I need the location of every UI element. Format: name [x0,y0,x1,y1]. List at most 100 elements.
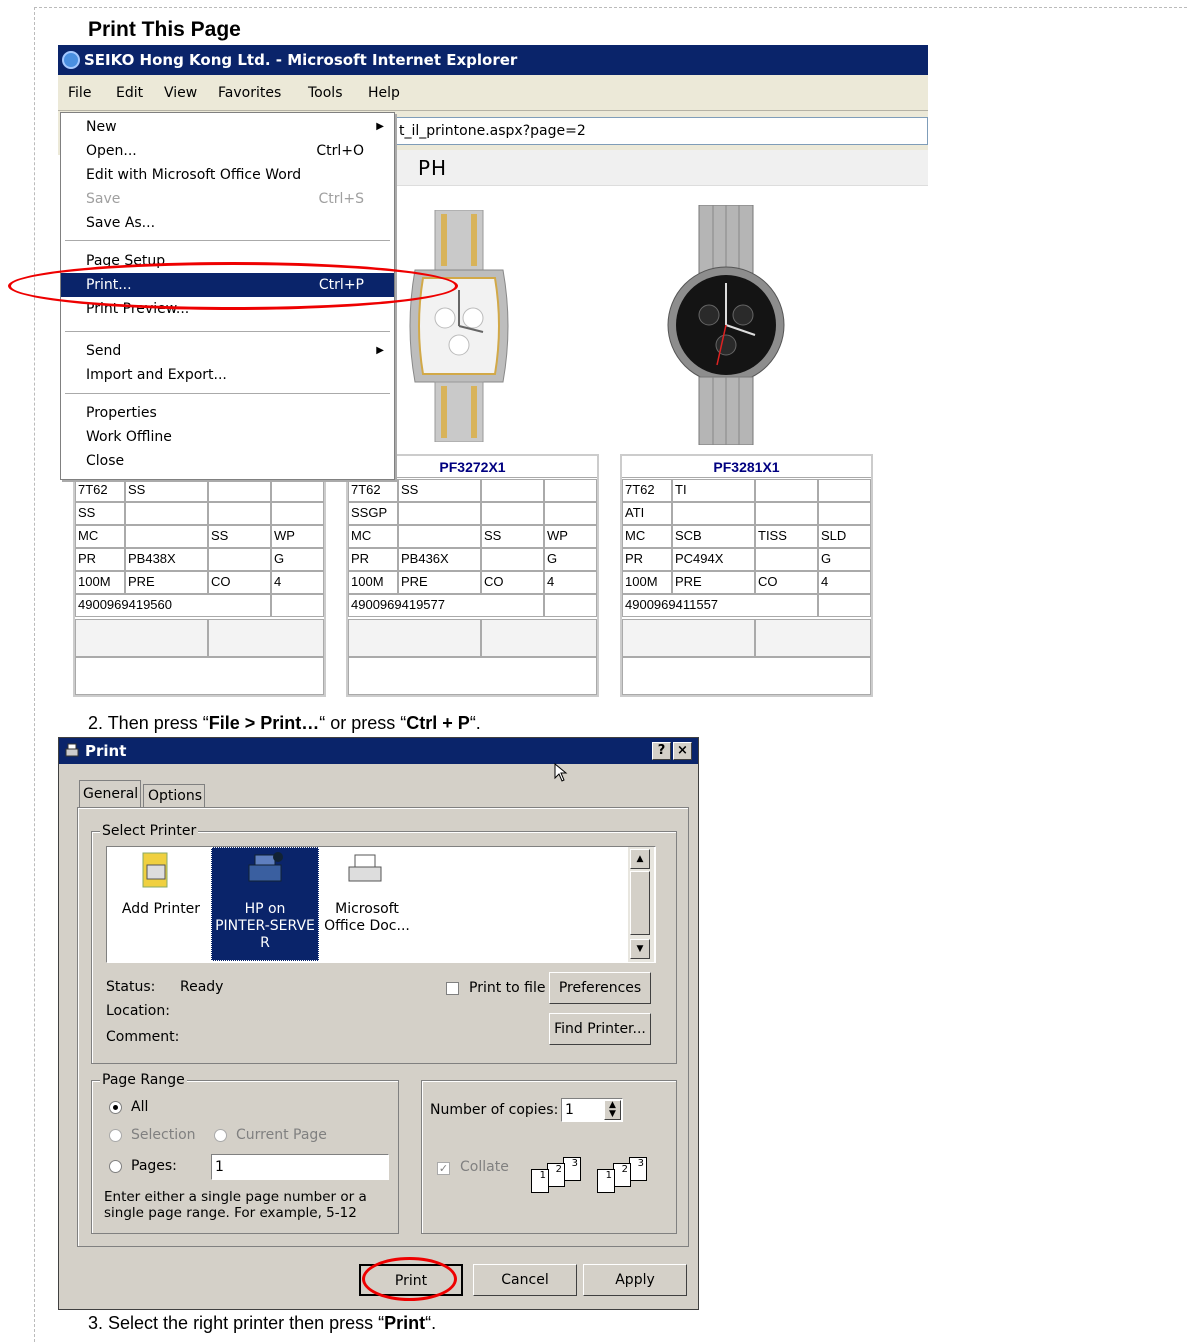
product-barcode: 4900969419577 [348,594,544,617]
menu-edit[interactable]: Edit [116,85,143,101]
product-cell [672,502,755,525]
file-menu-item[interactable]: Work Offline [61,425,394,449]
status-value: Ready [180,979,224,995]
product-cell: SS [208,525,271,548]
find-printer-button[interactable]: Find Printer... [549,1013,651,1045]
product-cell [818,502,871,525]
page-range-hint: Enter either a single page number or a s… [104,1189,367,1221]
product-cell-empty [622,619,755,657]
preferences-button[interactable]: Preferences [549,972,651,1004]
printer-office-label[interactable]: Microsoft Office Doc... [321,901,413,935]
file-menu-item[interactable]: Import and Export... [61,363,394,387]
file-menu-item[interactable]: Save As... [61,211,394,235]
product-cell: 7T62 [348,479,398,502]
file-menu-item-label: Work Offline [86,429,172,445]
network-printer-icon [248,852,283,882]
product-cell: PR [75,548,125,571]
product-cell: G [544,548,597,571]
product-cell-empty [208,619,324,657]
copies-spinner[interactable]: ▲ ▼ [604,1100,621,1120]
menu-help[interactable]: Help [368,85,400,101]
file-menu-item[interactable]: Open... Ctrl+O [61,139,394,163]
step-2-instruction: 2. Then press “File > Print…“ or press “… [88,713,481,733]
cancel-button[interactable]: Cancel [473,1264,577,1296]
printer-hp-line-2: PINTER-SERVE [215,918,315,934]
menu-tools[interactable]: Tools [308,85,343,101]
printer-icon [65,743,79,757]
product-cell [208,548,271,571]
file-menu-item[interactable]: Edit with Microsoft Office Word [61,163,394,187]
tab-options[interactable]: Options [143,784,205,808]
scroll-down-button[interactable]: ▼ [630,939,650,959]
menu-separator [65,240,390,241]
collate-checkbox[interactable]: ✓ [437,1162,450,1175]
file-menu-item-label: Open... [86,143,137,159]
file-menu-item-label: Edit with Microsoft Office Word [86,167,302,183]
range-pages-radio[interactable] [109,1160,122,1173]
product-cell [271,502,324,525]
menu-favorites[interactable]: Favorites [218,85,281,101]
product-cell: MC [348,525,398,548]
range-current-label: Current Page [236,1127,327,1143]
product-card: 7T62 SS SS MC SS WP PR PB438X G 100M PRE CO 4 4900969… [73,454,326,697]
menu-view[interactable]: View [164,85,197,101]
printer-list-scrollbar[interactable]: ▲ ▼ [628,847,654,962]
print-to-file-label: Print to file [469,980,546,996]
watch-image-black [667,205,785,445]
range-current-radio[interactable] [214,1129,227,1142]
product-cell: 4 [544,571,597,594]
location-label: Location: [106,1003,170,1019]
file-menu-shortcut: Ctrl+O [316,143,364,159]
help-button[interactable]: ? [652,742,671,760]
file-menu-item[interactable]: New ▶ [61,115,394,139]
file-menu-item-label: New [86,119,117,135]
print-to-file-checkbox[interactable] [446,982,459,995]
mouse-cursor-icon [554,763,568,782]
product-cell [481,548,544,571]
menu-file[interactable]: File [68,85,91,101]
product-card: PF3272X1 7T62 SS SSGP MC SS WP PR PB436X G 100M PRE… [346,454,599,697]
printer-office-line-1: Microsoft [335,901,399,917]
printer-add-label[interactable]: Add Printer [121,901,201,917]
printer-hp-label: HP on PINTER-SERVE R [211,901,319,952]
file-menu-item[interactable]: Send ▶ [61,339,394,363]
product-card: PF3281X1 7T62 TI ATI MC SCB TISS SLD PR PC494X G 10… [620,454,873,697]
product-cell [208,502,271,525]
collate-pages-icon-2: 321 [593,1157,657,1199]
range-selection-label: Selection [131,1127,196,1143]
product-cell [271,594,324,617]
product-cell: WP [271,525,324,548]
scroll-up-button[interactable]: ▲ [630,849,650,869]
printer-office-line-2: Office Doc... [324,918,410,934]
file-menu-item-label: Properties [86,405,157,421]
range-all-label: All [131,1099,149,1115]
pages-input[interactable]: 1 [211,1154,389,1180]
range-all-radio[interactable] [109,1101,122,1114]
product-cell [755,548,818,571]
close-button[interactable]: × [673,742,692,760]
range-selection-radio[interactable] [109,1129,122,1142]
file-menu-item-label: Save As... [86,215,156,231]
page-title: Print This Page [88,18,241,41]
product-cell: SS [125,479,208,502]
menu-separator [65,331,390,332]
printer-list[interactable]: Add Printer HP on PINTER-SERVE R Microso… [106,846,656,963]
scroll-thumb[interactable] [630,871,650,935]
select-printer-label: Select Printer [100,823,199,839]
product-cell-empty [75,657,324,695]
dialog-title-bar: Print ? × [59,738,698,764]
submenu-arrow-icon: ▶ [376,121,384,132]
collate-label: Collate [460,1159,509,1175]
add-printer-icon [142,852,168,888]
range-pages-label: Pages: [131,1158,177,1174]
file-menu-item[interactable]: Properties [61,401,394,425]
file-menu-item[interactable]: Close [61,449,394,473]
product-cell: 100M [622,571,672,594]
file-menu-item[interactable]: Save Ctrl+S [61,187,394,211]
ie-title-bar: SEIKO Hong Kong Ltd. - Microsoft Interne… [58,45,928,75]
address-bar[interactable]: t_il_printone.aspx?page=2 [388,117,928,145]
file-menu-item-label: Import and Export... [86,367,227,383]
tab-general[interactable]: General [79,780,141,808]
highlight-print-menu-oval [8,262,458,310]
apply-button[interactable]: Apply [583,1264,687,1296]
